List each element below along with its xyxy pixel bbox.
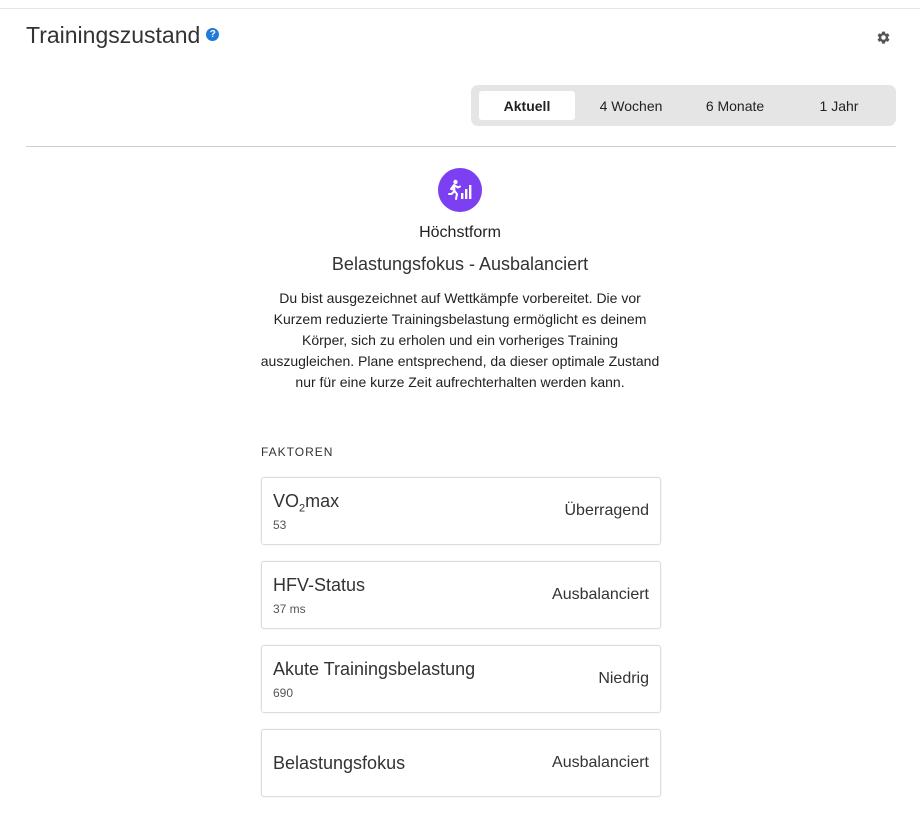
- status-subtitle: Belastungsfokus - Ausbalanciert: [331, 254, 589, 274]
- tab-current[interactable]: Aktuell: [479, 91, 575, 120]
- factor-rating: Ausbalanciert: [552, 586, 649, 603]
- page-header: Trainingszustand ?: [26, 22, 220, 49]
- factor-name: Belastungsfokus: [273, 753, 406, 773]
- factor-card-hrv-status[interactable]: HFV-Status 37 ms Ausbalanciert: [261, 561, 661, 629]
- factor-card-vo2max[interactable]: VO2max 53 Überragend: [261, 477, 661, 545]
- training-status-peak-icon: [438, 168, 482, 212]
- factors-label: FAKTOREN: [261, 445, 334, 459]
- tab-4-weeks[interactable]: 4 Wochen: [579, 91, 683, 120]
- help-icon[interactable]: ?: [206, 28, 220, 41]
- factor-value: 690: [273, 686, 294, 700]
- status-title: Höchstform: [419, 224, 501, 241]
- tab-1-year[interactable]: 1 Jahr: [789, 91, 889, 120]
- factor-name: HFV-Status: [273, 575, 366, 595]
- factor-card-load-focus[interactable]: Belastungsfokus Ausbalanciert: [261, 729, 661, 797]
- factor-rating: Überragend: [564, 502, 650, 519]
- factor-name: VO2max: [273, 491, 340, 515]
- factor-card-acute-load[interactable]: Akute Trainingsbelastung 690 Niedrig: [261, 645, 661, 713]
- status-description: Du bist ausgezeichnet auf Wettkämpfe vor…: [260, 290, 660, 390]
- period-segmented-control: Aktuell 4 Wochen 6 Monate 1 Jahr: [471, 85, 896, 126]
- header-divider: [26, 146, 896, 147]
- factor-value: 53: [273, 518, 287, 532]
- tab-6-months[interactable]: 6 Monate: [685, 91, 785, 120]
- factor-rating: Ausbalanciert: [552, 754, 649, 771]
- page-title: Trainingszustand: [26, 22, 201, 48]
- top-border: [0, 8, 920, 9]
- factor-rating: Niedrig: [598, 670, 649, 687]
- factor-name: Akute Trainingsbelastung: [273, 659, 476, 679]
- gear-icon[interactable]: [876, 30, 891, 45]
- factor-value: 37 ms: [273, 602, 306, 616]
